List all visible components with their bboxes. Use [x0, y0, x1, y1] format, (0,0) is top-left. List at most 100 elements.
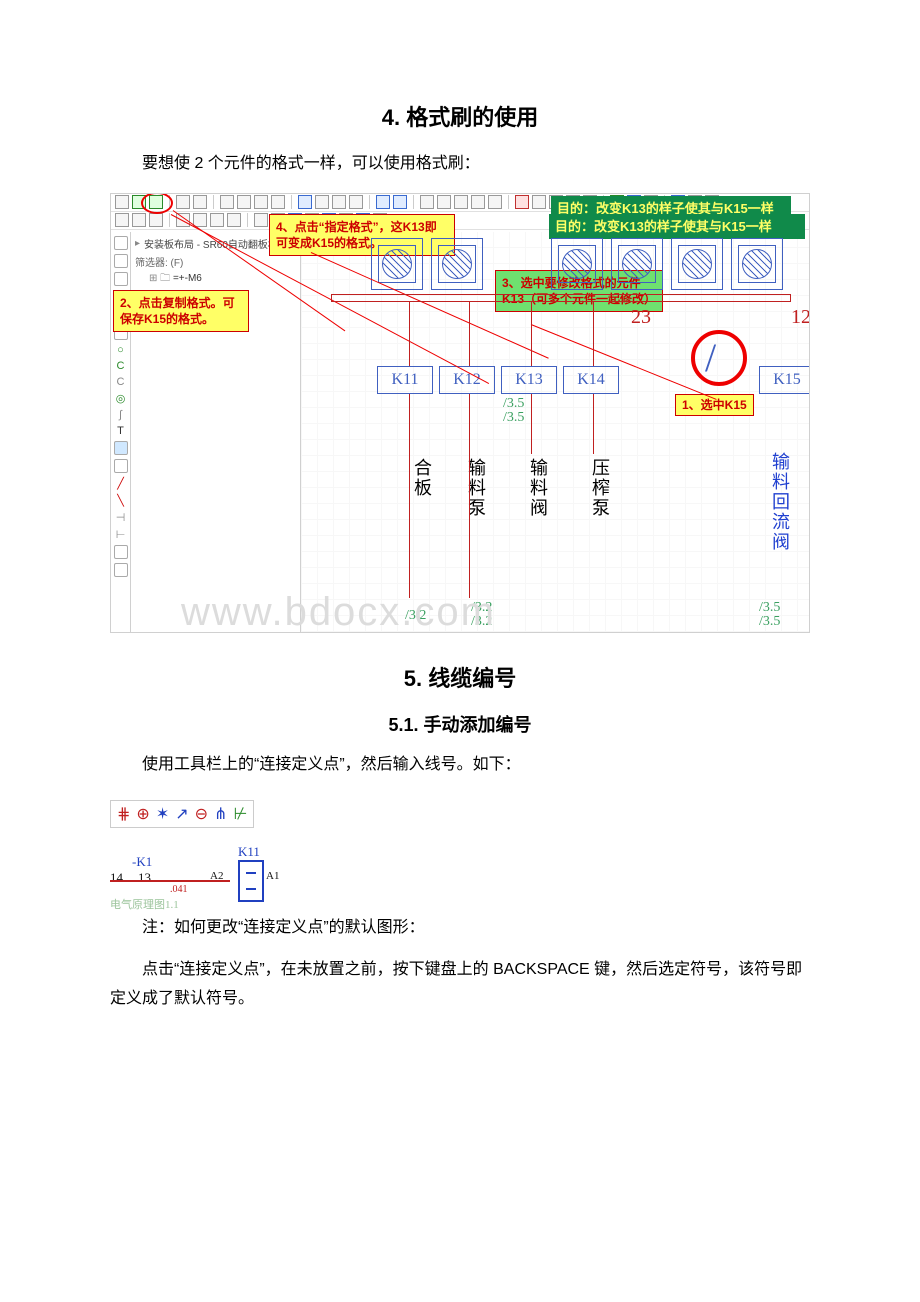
toolbar-icon[interactable] — [237, 195, 251, 209]
highlight-circle-k15 — [691, 330, 747, 386]
grid-icon[interactable] — [420, 195, 434, 209]
zoom-100-icon[interactable] — [315, 195, 329, 209]
wire — [409, 302, 410, 366]
connection-point-toolbar: ⋕ ⊕ ✶ ↗ ⊖ ⋔ ⊬ — [110, 800, 254, 828]
palette-tool[interactable] — [114, 459, 128, 473]
wire — [593, 394, 594, 454]
undo-icon[interactable] — [176, 195, 190, 209]
component-block[interactable] — [551, 238, 603, 290]
wire — [469, 302, 470, 366]
zoom-in-icon[interactable] — [332, 195, 346, 209]
palette-tool-c[interactable]: C — [117, 360, 125, 372]
tool-icon[interactable]: ⊬ — [233, 804, 247, 824]
palette-tool[interactable] — [114, 545, 128, 559]
label-k1: -K1 — [132, 854, 152, 870]
toolbar-icon[interactable] — [532, 195, 546, 209]
redo-icon[interactable] — [193, 195, 207, 209]
figure-format-painter: ○ C C ◎ ∫ T ╱ ╲ ⊣ ⊢ 安装板布局 - SR60自动翻板机… 筛… — [110, 193, 810, 633]
watermark: www.bdocx.com — [181, 590, 496, 633]
palette-tool-curve[interactable]: ∫ — [119, 409, 122, 421]
toolbar-icon[interactable] — [220, 195, 234, 209]
toolbar-icon[interactable] — [210, 213, 224, 227]
label-heban: 合板 — [409, 458, 435, 498]
palette-tool-c2[interactable]: C — [117, 376, 125, 388]
palette-tool-circle[interactable]: ○ — [117, 344, 124, 356]
wire — [531, 394, 532, 454]
component-k15[interactable]: K15 — [759, 366, 810, 394]
toolbar-icon[interactable] — [254, 213, 268, 227]
grid-icon[interactable] — [454, 195, 468, 209]
component-block[interactable] — [431, 238, 483, 290]
tool-icon[interactable]: ⋕ — [117, 804, 130, 824]
toolbar-icon[interactable] — [271, 195, 285, 209]
section-4-intro: 要想使 2 个元件的格式一样，可以使用格式刷： — [110, 150, 810, 179]
label-13: 13 — [138, 870, 151, 886]
label-041: .041 — [170, 884, 188, 895]
procedure-text: 点击“连接定义点”，在未放置之前，按下键盘上的 BACKSPACE 键，然后选定… — [110, 956, 810, 1014]
palette-tool-dim[interactable]: ⊣ — [116, 511, 126, 524]
component-k13[interactable]: K13 — [501, 366, 557, 394]
palette-tool[interactable] — [114, 563, 128, 577]
highlight-circle-toolbar — [141, 193, 173, 214]
palette-tool-target[interactable]: ◎ — [116, 392, 126, 405]
footer-label: 电气原理图1.1 — [110, 896, 179, 912]
label-huiliu: 输料回流阀 — [767, 452, 793, 552]
palette-tool[interactable] — [114, 272, 128, 286]
label-yazha: 压榨泵 — [587, 458, 613, 518]
bus-wire — [331, 294, 791, 302]
toolbar-icon[interactable] — [115, 213, 129, 227]
toolbar-icon[interactable] — [149, 213, 163, 227]
palette-tool-image[interactable] — [114, 441, 128, 455]
toolbar-icon[interactable] — [132, 213, 146, 227]
grid-icon[interactable] — [437, 195, 451, 209]
palette-tool-line2[interactable]: ╲ — [117, 494, 124, 507]
callout-step-2: 2、点击复制格式。可保存K15的格式。 — [113, 290, 249, 332]
zoom-out-icon[interactable] — [349, 195, 363, 209]
component-k11[interactable]: K11 — [377, 366, 433, 394]
palette-tool-dim2[interactable]: ⊢ — [116, 528, 126, 541]
nav-back-icon[interactable] — [376, 195, 390, 209]
coil-symbol — [238, 860, 264, 902]
tool-icon[interactable]: ⋔ — [214, 804, 227, 824]
wire — [593, 302, 594, 366]
palette-tool[interactable] — [114, 236, 128, 250]
label-shuliaopump: 输料泵 — [463, 458, 489, 518]
toolbar-icon[interactable] — [227, 213, 241, 227]
component-block[interactable] — [731, 238, 783, 290]
label-shuliaofa: 输料阀 — [525, 458, 551, 518]
label-k11: K11 — [238, 844, 260, 860]
section-5-1-title: 5.1. 手动添加编号 — [110, 711, 810, 737]
wire-number-example: -K1 14 13 .041 A2 K11 A1 电气原理图1.1 — [110, 842, 280, 914]
wire — [531, 302, 532, 366]
tool-icon[interactable]: ⊖ — [195, 804, 208, 824]
component-k12[interactable]: K12 — [439, 366, 495, 394]
tool-icon[interactable]: ⊕ — [136, 804, 149, 824]
num-3-5r2: /3.5 — [759, 614, 780, 630]
note-label: 注：如何更改“连接定义点”的默认图形： — [110, 914, 810, 943]
label-a2: A2 — [210, 870, 223, 882]
num-12: 12 — [791, 306, 810, 329]
wire — [409, 394, 410, 598]
component-k14[interactable]: K14 — [563, 366, 619, 394]
toolbar-icon[interactable] — [115, 195, 129, 209]
num-23: 23 — [631, 306, 651, 329]
section-4-title: 4. 格式刷的使用 — [110, 100, 810, 132]
toolbar-icon[interactable] — [515, 195, 529, 209]
refresh-icon[interactable] — [298, 195, 312, 209]
palette-tool[interactable] — [114, 254, 128, 268]
palette-tool-text[interactable]: T — [117, 425, 124, 437]
palette-tool-line[interactable]: ╱ — [117, 477, 124, 490]
label-a1: A1 — [266, 870, 279, 882]
tool-icon[interactable]: ✶ — [156, 804, 169, 824]
grid-icon[interactable] — [488, 195, 502, 209]
tool-icon[interactable]: ↗ — [175, 804, 188, 824]
label-14: 14 — [110, 870, 123, 886]
component-block[interactable] — [611, 238, 663, 290]
section-5-1-intro: 使用工具栏上的“连接定义点”，然后输入线号。如下： — [110, 751, 810, 780]
toolbar-icon[interactable] — [254, 195, 268, 209]
component-block[interactable] — [671, 238, 723, 290]
grid-icon[interactable] — [471, 195, 485, 209]
slash-glyph: / — [705, 334, 716, 381]
callout-step-4: 4、点击“指定格式”，这K13即可变成K15的格式。 — [269, 214, 455, 256]
nav-fwd-icon[interactable] — [393, 195, 407, 209]
